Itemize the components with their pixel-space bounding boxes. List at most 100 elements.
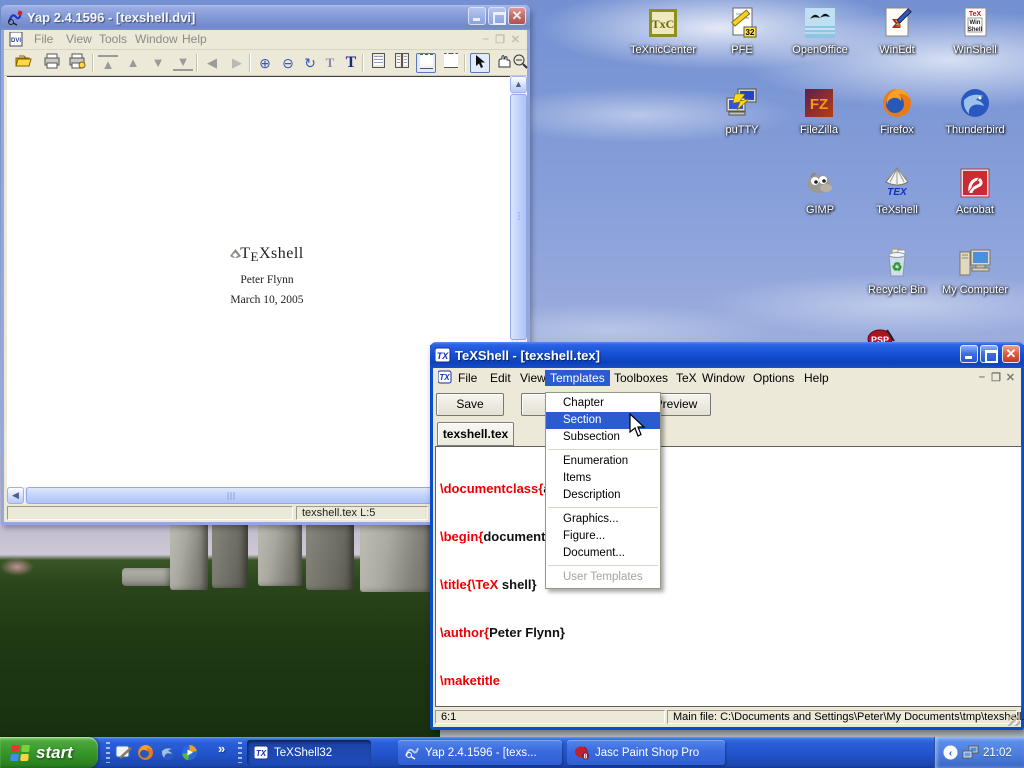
- continuous-facing-view-icon[interactable]: [441, 53, 461, 73]
- desktop-icon-thunderbird[interactable]: Thunderbird: [936, 86, 1014, 138]
- taskbar-button-paintshop[interactable]: 8 Jasc Paint Shop Pro: [567, 740, 725, 765]
- print-setup-icon[interactable]: [67, 53, 87, 73]
- texshell-mdi-close-icon[interactable]: ✕: [1006, 371, 1015, 384]
- continuous-view-icon[interactable]: [416, 53, 436, 73]
- taskbar-button-label: TeXShell32: [274, 747, 332, 759]
- desktop-icon-recycle-bin[interactable]: ♻ Recycle Bin: [858, 246, 936, 298]
- facing-pages-view-icon[interactable]: [392, 53, 412, 73]
- back-icon[interactable]: ◀: [202, 53, 222, 73]
- texshell-mdi-restore-icon[interactable]: ❐: [991, 371, 1001, 384]
- yap-mdi-minimize-icon[interactable]: –: [483, 33, 489, 45]
- magnifier-tool-icon[interactable]: [510, 53, 530, 73]
- desktop-icon-acrobat[interactable]: Acrobat: [936, 166, 1014, 218]
- yap-menu-window[interactable]: Window: [135, 32, 178, 46]
- desktop-icon-texshell[interactable]: TEX TeXshell: [858, 166, 936, 218]
- zoom-out-icon[interactable]: ⊖: [278, 53, 298, 73]
- open-file-icon[interactable]: [14, 53, 34, 73]
- menu-options[interactable]: Options: [748, 370, 799, 386]
- yap-menu-bar: DVI File View Tools Window Help – ❐ ✕: [4, 30, 527, 50]
- desktop-icon-winshell[interactable]: TeXWinShell WinShell: [936, 6, 1014, 58]
- acrobat-icon: [958, 166, 992, 200]
- menu-item-figure[interactable]: Figure...: [546, 528, 660, 545]
- yap-mdi-close-icon[interactable]: ✕: [511, 33, 520, 46]
- yap-maximize-button[interactable]: [488, 7, 506, 25]
- start-button[interactable]: start: [0, 737, 98, 768]
- save-button[interactable]: Save: [436, 393, 504, 416]
- horizontal-scroll-thumb[interactable]: [26, 487, 438, 504]
- last-page-icon[interactable]: ▼: [173, 53, 193, 71]
- texshell-maximize-button[interactable]: [980, 345, 998, 363]
- main-file-path: Main file: C:\Documents and Settings\Pet…: [667, 710, 1017, 724]
- yap-mdi-restore-icon[interactable]: ❐: [495, 33, 505, 46]
- desktop-icon-openoffice[interactable]: OpenOffice: [781, 6, 859, 58]
- texshell-title-bar[interactable]: TX TeXShell - [texshell.tex] ✕: [430, 342, 1024, 368]
- vertical-scroll-thumb[interactable]: [510, 94, 527, 340]
- menu-help[interactable]: Help: [799, 370, 834, 386]
- zoom-in-icon[interactable]: ⊕: [255, 53, 275, 73]
- media-player-icon[interactable]: [181, 744, 198, 761]
- taskbar: start » TX TeXShell32 Yap 2.4.1596 - [te…: [0, 737, 1024, 768]
- yap-title-bar[interactable]: Yap 2.4.1596 - [texshell.dvi] ✕: [1, 5, 530, 30]
- menu-item-items[interactable]: Items: [546, 470, 660, 487]
- desktop-icon-my-computer[interactable]: My Computer: [936, 246, 1014, 298]
- firefox-quicklaunch-icon[interactable]: [137, 744, 154, 761]
- desktop-icon-texniccenter[interactable]: TxC TeXnicCenter: [624, 6, 702, 58]
- previous-page-icon[interactable]: ▲: [123, 53, 143, 73]
- taskbar-button-texshell32[interactable]: TX TeXShell32: [247, 740, 371, 765]
- menu-edit[interactable]: Edit: [485, 370, 516, 386]
- print-icon[interactable]: [42, 53, 62, 73]
- toolbar-separator: [92, 54, 93, 72]
- editor-tab[interactable]: texshell.tex: [437, 422, 514, 446]
- desktop-icon-filezilla[interactable]: FZ FileZilla: [780, 86, 858, 138]
- next-page-icon[interactable]: ▼: [148, 53, 168, 73]
- menu-item-document[interactable]: Document...: [546, 545, 660, 562]
- network-status-icon[interactable]: [962, 745, 979, 760]
- quick-launch-handle[interactable]: [106, 742, 110, 763]
- thunderbird-icon: [958, 86, 992, 120]
- texshell-close-button[interactable]: ✕: [1002, 345, 1020, 363]
- refresh-icon[interactable]: ↻: [300, 53, 320, 73]
- menu-item-user-templates[interactable]: User Templates: [546, 569, 660, 586]
- desktop-icon-winedt[interactable]: Σ WinEdt: [858, 6, 936, 58]
- yap-menu-tools[interactable]: Tools: [99, 32, 127, 46]
- scroll-up-button[interactable]: ▲: [510, 76, 527, 93]
- text-tool-icon[interactable]: T: [341, 53, 361, 73]
- svg-text:TX: TX: [437, 351, 449, 361]
- scroll-left-button[interactable]: ◀: [7, 487, 24, 504]
- show-desktop-icon[interactable]: [115, 744, 132, 761]
- taskband-handle[interactable]: [238, 742, 242, 763]
- desktop-icon-pfe[interactable]: 32 PFE: [703, 6, 781, 58]
- forward-icon[interactable]: ▶: [227, 53, 247, 73]
- yap-close-button[interactable]: ✕: [508, 7, 526, 25]
- yap-menu-help[interactable]: Help: [182, 32, 207, 46]
- menu-item-graphics[interactable]: Graphics...: [546, 511, 660, 528]
- text-select-tool-icon[interactable]: T: [320, 53, 340, 73]
- taskbar-button-yap[interactable]: Yap 2.4.1596 - [texs...: [398, 740, 562, 765]
- resize-grip[interactable]: [1008, 714, 1020, 726]
- yap-minimize-button[interactable]: [468, 7, 486, 25]
- yap-menu-view[interactable]: View: [66, 32, 92, 46]
- menu-item-enumeration[interactable]: Enumeration: [546, 453, 660, 470]
- hide-icons-chevron[interactable]: ‹: [943, 745, 958, 760]
- desktop-icon-firefox[interactable]: Firefox: [858, 86, 936, 138]
- desktop-icon-putty[interactable]: puTTY: [703, 86, 781, 138]
- first-page-icon[interactable]: ▲: [98, 55, 118, 73]
- editor-area[interactable]: \documentclass{a \begin{document} \title…: [435, 446, 1022, 707]
- desktop-icon-gimp[interactable]: GIMP: [781, 166, 859, 218]
- texshell-mdi-minimize-icon[interactable]: –: [979, 371, 985, 383]
- svg-text:‹: ‹: [949, 748, 952, 759]
- menu-window[interactable]: Window: [697, 370, 750, 386]
- menu-templates[interactable]: Templates: [545, 370, 610, 386]
- texshell-window: TX TeXShell - [texshell.tex] ✕ TX File E…: [430, 345, 1024, 730]
- yap-menu-file[interactable]: File: [34, 32, 53, 46]
- toolbar-separator: [362, 54, 363, 72]
- menu-item-chapter[interactable]: Chapter: [546, 395, 660, 412]
- select-tool-icon[interactable]: [470, 53, 490, 73]
- menu-item-description[interactable]: Description: [546, 487, 660, 504]
- menu-toolboxes[interactable]: Toolboxes: [609, 370, 673, 386]
- single-page-view-icon[interactable]: [368, 53, 388, 73]
- texshell-minimize-button[interactable]: [960, 345, 978, 363]
- thunderbird-quicklaunch-icon[interactable]: [159, 744, 176, 761]
- quick-launch-chevron[interactable]: »: [218, 741, 225, 756]
- menu-file[interactable]: File: [453, 370, 482, 386]
